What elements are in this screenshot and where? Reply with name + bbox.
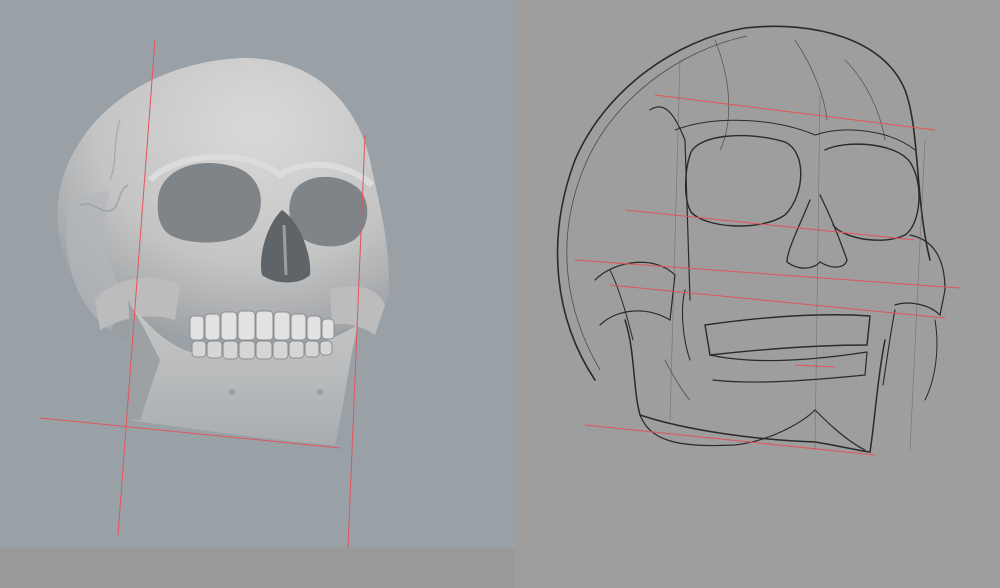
nasal-septum: [282, 224, 288, 276]
skull-render: [39, 39, 389, 548]
skull-sketch-panel: [515, 0, 1000, 588]
sketch-guidelines: [574, 94, 961, 456]
pencil-sketch: [556, 25, 946, 453]
lower-teeth: [191, 340, 333, 360]
bottom-strip: [0, 548, 515, 588]
sketch-construction: [669, 59, 926, 451]
skull-render-panel: [0, 0, 515, 548]
skull-sketch: [556, 25, 961, 456]
eye-socket-left: [157, 163, 261, 243]
mental-foramen: [229, 389, 235, 395]
mental-foramen: [317, 389, 323, 395]
